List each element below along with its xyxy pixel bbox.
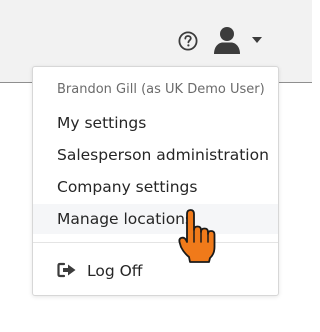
caret-down-icon[interactable] bbox=[252, 37, 262, 43]
menu-item-my-settings[interactable]: My settings bbox=[33, 108, 278, 138]
log-off-label: Log Off bbox=[87, 262, 143, 280]
menu-item-company-settings[interactable]: Company settings bbox=[33, 172, 278, 202]
menu-item-manage-locations[interactable]: Manage locations bbox=[33, 204, 278, 234]
question-circle-icon[interactable] bbox=[178, 31, 198, 51]
hand-pointer-icon bbox=[178, 209, 216, 263]
sign-out-icon bbox=[57, 262, 76, 278]
menu-item-salesperson-administration[interactable]: Salesperson administration bbox=[33, 140, 278, 170]
log-off-button[interactable]: Log Off bbox=[33, 255, 278, 287]
user-name-label: Brandon Gill (as UK Demo User) bbox=[57, 82, 265, 97]
user-dropdown-menu: Brandon Gill (as UK Demo User) My settin… bbox=[32, 66, 279, 296]
menu-divider bbox=[33, 242, 278, 243]
user-icon[interactable] bbox=[212, 26, 242, 54]
